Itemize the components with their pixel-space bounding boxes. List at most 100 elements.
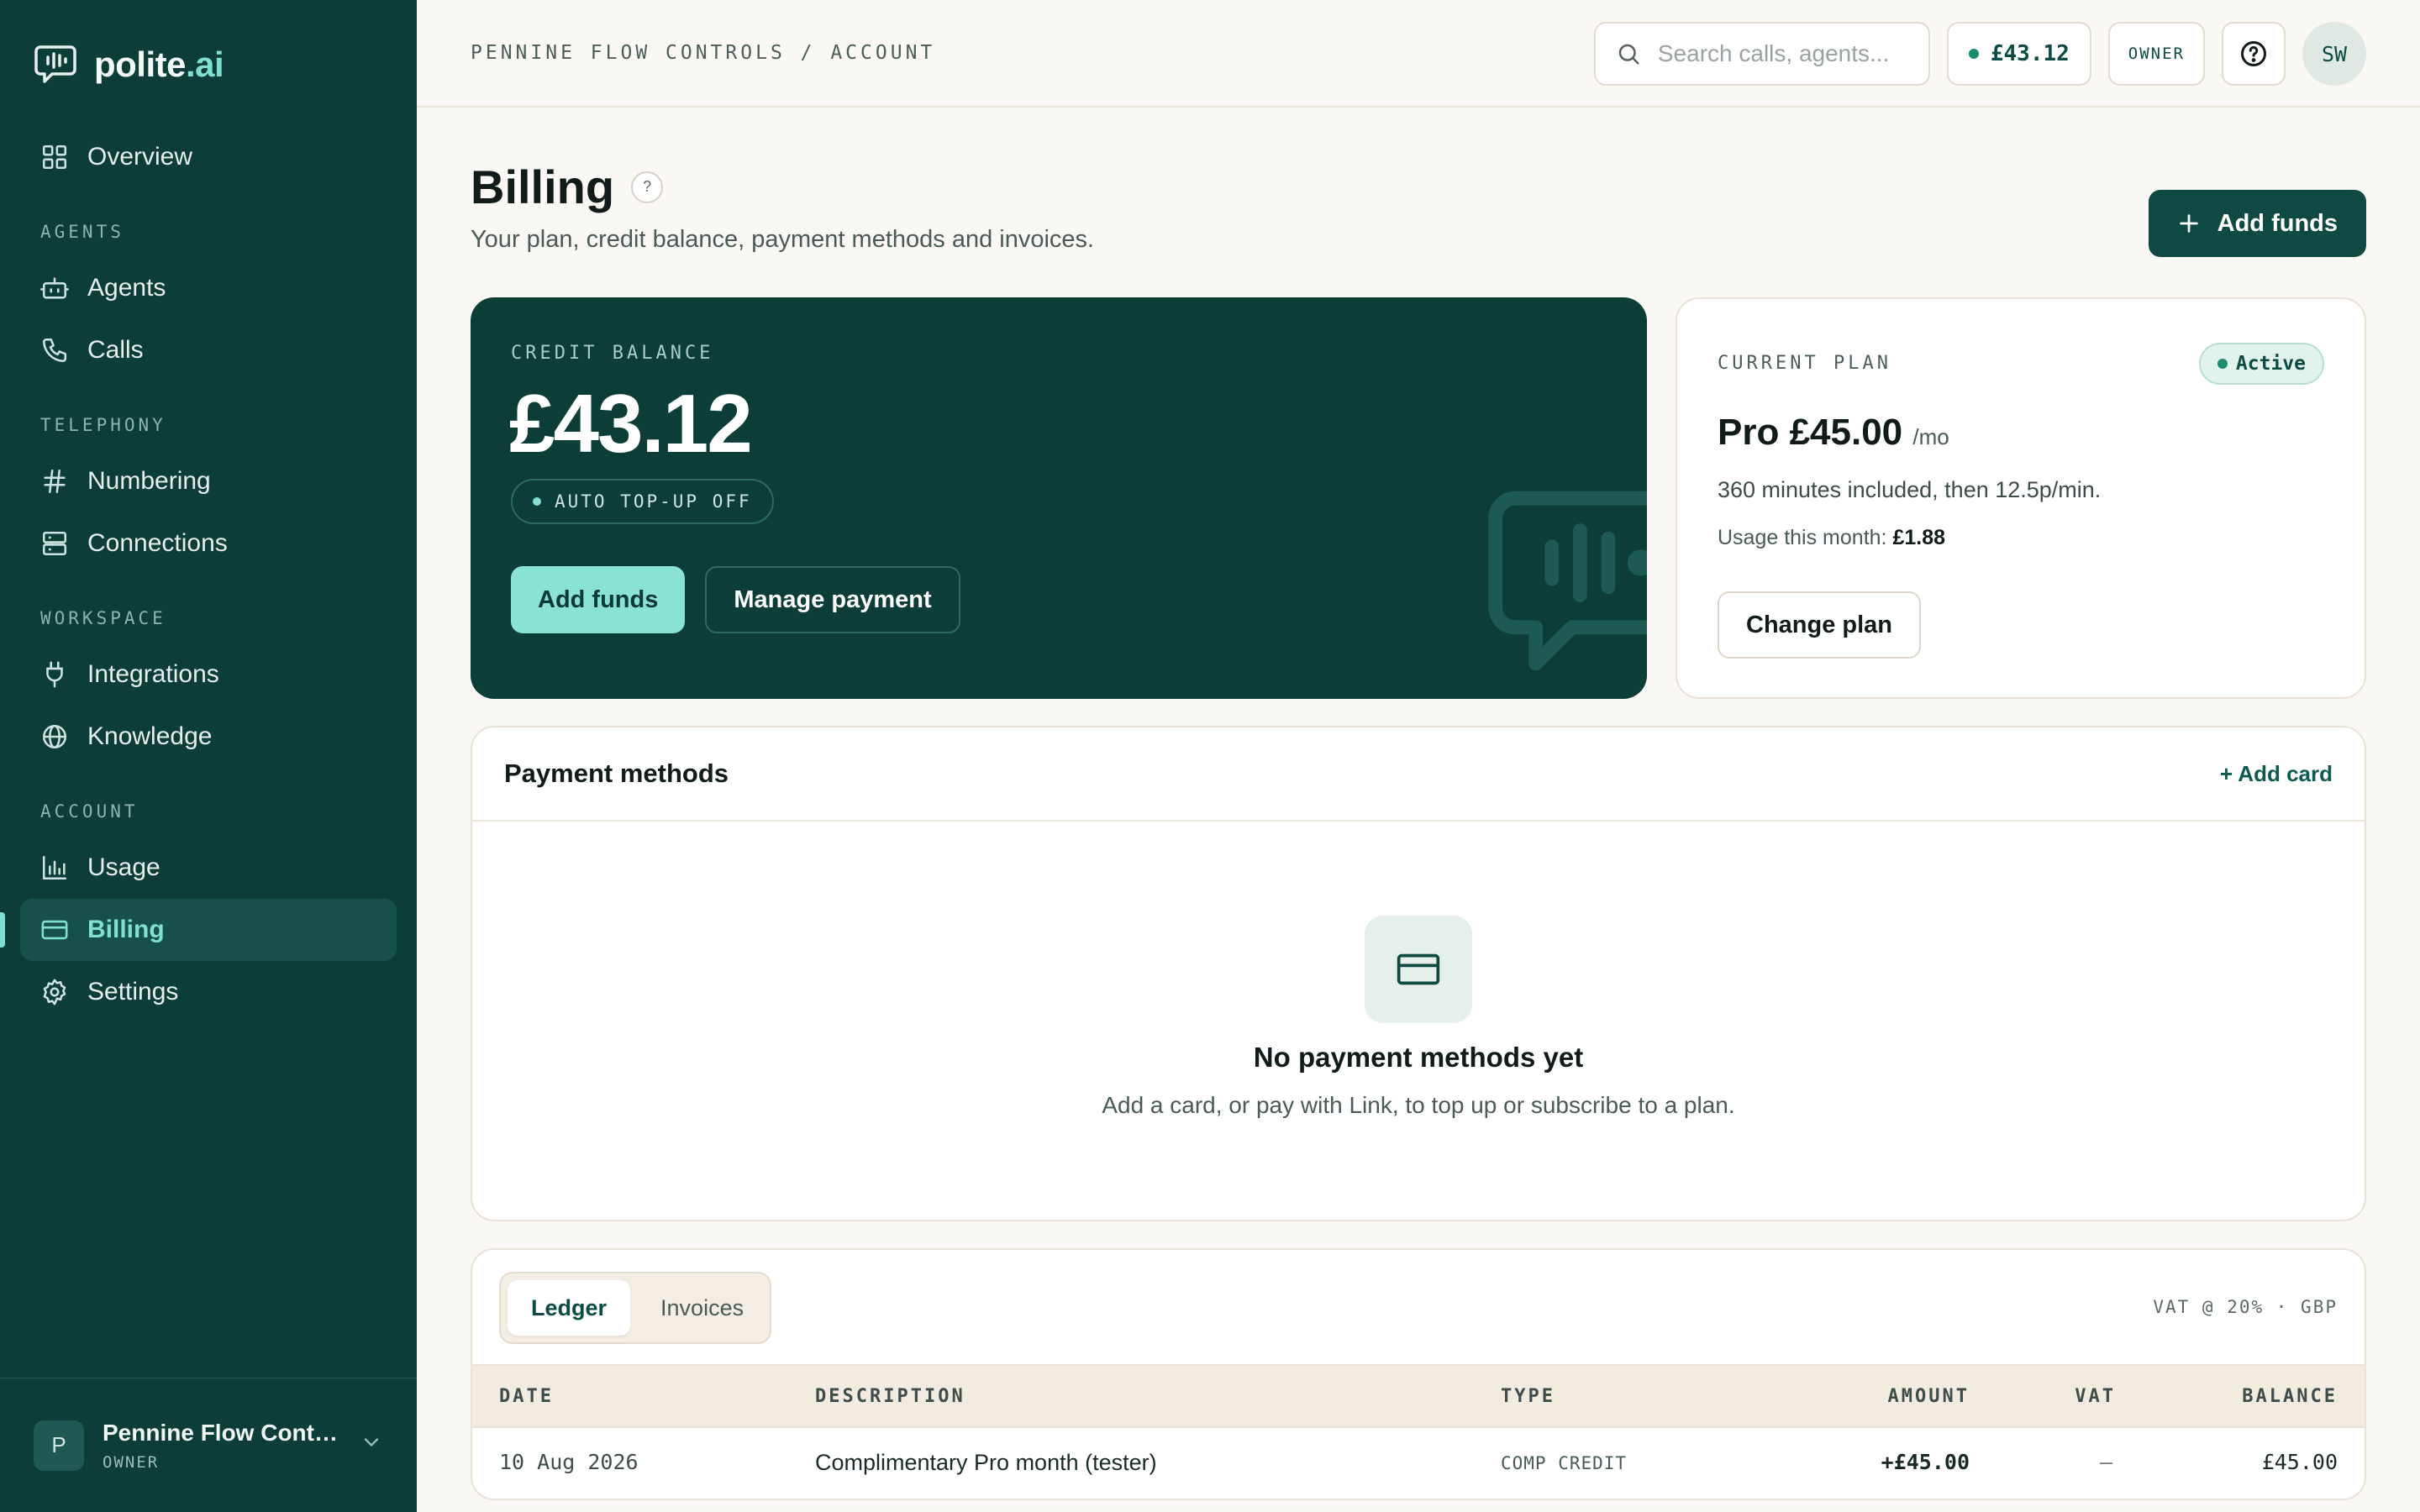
manage-payment-button[interactable]: Manage payment xyxy=(705,566,960,633)
column-header-type[interactable]: TYPE xyxy=(1501,1386,1555,1407)
table-header: DATE DESCRIPTION TYPE AMOUNT VAT BALANCE xyxy=(472,1364,2365,1428)
balance-value: £43.12 xyxy=(1990,41,2070,66)
section-label-workspace: WORKSPACE xyxy=(40,608,166,628)
sidebar-item-label: Settings xyxy=(87,978,179,1005)
page-header: Billing ? Your plan, credit balance, pay… xyxy=(471,160,1094,254)
vat-note: VAT @ 20% · GBP xyxy=(2153,1297,2338,1317)
column-header-date[interactable]: DATE xyxy=(499,1386,554,1407)
page-subtitle: Your plan, credit balance, payment metho… xyxy=(471,226,1095,253)
chevron-down-icon xyxy=(364,1438,379,1447)
credit-card-icon xyxy=(41,920,68,940)
logo-wordmark: polite.ai xyxy=(94,45,224,84)
tab-invoices[interactable]: Invoices xyxy=(637,1280,767,1336)
org-role: OWNER xyxy=(103,1452,160,1472)
section-label-telephony: TELEPHONY xyxy=(40,415,166,435)
plan-description: 360 minutes included, then 12.5p/min. xyxy=(1718,477,2102,502)
tab-ledger[interactable]: Ledger xyxy=(508,1280,631,1336)
server-icon xyxy=(42,531,67,556)
ledger-card: Ledger Invoices VAT @ 20% · GBP DATE DES… xyxy=(471,1248,2366,1500)
sidebar-item-calls[interactable]: Calls xyxy=(20,319,397,381)
add-funds-button[interactable]: Add funds xyxy=(511,566,686,633)
cell-date: 10 Aug 2026 xyxy=(499,1450,639,1474)
cell-balance: £45.00 xyxy=(2261,1450,2338,1474)
search-icon xyxy=(1618,44,1639,65)
plan-status-badge: Active xyxy=(2198,343,2324,385)
logo[interactable]: polite.ai xyxy=(34,44,224,86)
current-plan-card: CURRENT PLAN Active Pro £45.00 /mo 360 m… xyxy=(1676,297,2366,699)
payment-methods-empty-state: No payment methods yet Add a card, or pa… xyxy=(472,916,2365,1119)
sidebar-item-numbering[interactable]: Numbering xyxy=(20,450,397,512)
sidebar-item-label: Agents xyxy=(87,274,166,302)
sidebar-item-label: Connections xyxy=(87,529,228,557)
plan-usage: Usage this month: £1.88 xyxy=(1718,526,1946,549)
add-card-link[interactable]: + Add card xyxy=(2220,761,2333,787)
plug-icon xyxy=(46,661,63,688)
payment-methods-title: Payment methods xyxy=(504,759,729,788)
credit-card-icon xyxy=(1365,916,1472,1023)
bar-chart-icon xyxy=(42,855,67,880)
org-switcher[interactable]: P Pennine Flow Contr... OWNER xyxy=(0,1378,417,1512)
change-plan-button[interactable]: Change plan xyxy=(1718,591,1922,659)
balance-badge[interactable]: £43.12 xyxy=(1946,22,2091,86)
sidebar-item-integrations[interactable]: Integrations xyxy=(20,643,397,706)
help-badge[interactable]: ? xyxy=(631,171,664,203)
globe-icon xyxy=(42,724,67,749)
sidebar-item-usage[interactable]: Usage xyxy=(20,837,397,899)
sidebar-nav: Overview AGENTS Agents Calls TELEPHONY N… xyxy=(0,126,397,1023)
help-button[interactable] xyxy=(2222,22,2286,86)
plan-period: /mo xyxy=(1912,424,1949,449)
sidebar-item-label: Numbering xyxy=(87,467,211,495)
sidebar-item-label: Calls xyxy=(87,336,144,364)
robot-icon xyxy=(40,277,69,299)
add-funds-header-button[interactable]: Add funds xyxy=(2148,190,2366,257)
logo-icon xyxy=(34,45,76,83)
column-header-vat[interactable]: VAT xyxy=(2075,1386,2116,1407)
topbar: PENNINE FLOW CONTROLS / ACCOUNT £43.12 O… xyxy=(417,0,2420,108)
status-dot xyxy=(1968,49,1979,59)
plan-name-price: Pro £45.00 /mo xyxy=(1718,412,1949,453)
sidebar-item-overview[interactable]: Overview xyxy=(20,126,397,188)
hash-icon xyxy=(44,469,66,494)
search-input[interactable] xyxy=(1657,40,1918,67)
sidebar-item-knowledge[interactable]: Knowledge xyxy=(20,706,397,768)
help-icon xyxy=(2241,41,2266,66)
sidebar-item-connections[interactable]: Connections xyxy=(20,512,397,575)
section-label-agents: AGENTS xyxy=(40,222,124,242)
credit-balance-amount: £43.12 xyxy=(509,377,753,470)
sidebar-item-label: Knowledge xyxy=(87,722,213,750)
ledger-tabs: Ledger Invoices xyxy=(499,1272,771,1344)
current-plan-label: CURRENT PLAN xyxy=(1718,353,1891,374)
empty-state-text: Add a card, or pay with Link, to top up … xyxy=(1102,1092,1735,1118)
cell-description: Complimentary Pro month (tester) xyxy=(815,1450,1157,1475)
column-header-description[interactable]: DESCRIPTION xyxy=(815,1386,965,1407)
cell-amount: +£45.00 xyxy=(1881,1450,1970,1474)
credit-balance-label: CREDIT BALANCE xyxy=(511,343,714,364)
page-title: Billing ? xyxy=(471,160,1094,214)
org-avatar: P xyxy=(34,1420,84,1471)
cell-type: COMP CREDIT xyxy=(1501,1453,1628,1473)
sidebar-item-agents[interactable]: Agents xyxy=(20,257,397,319)
gear-icon xyxy=(43,979,66,1005)
table-row[interactable]: 10 Aug 2026 Complimentary Pro month (tes… xyxy=(472,1428,2365,1499)
role-badge: OWNER xyxy=(2107,22,2205,86)
payment-methods-card: Payment methods + Add card No payment me… xyxy=(471,726,2366,1221)
plus-icon xyxy=(2179,214,2198,233)
column-header-amount[interactable]: AMOUNT xyxy=(1888,1386,1970,1407)
sidebar-item-settings[interactable]: Settings xyxy=(20,961,397,1023)
chat-bubble-watermark-icon xyxy=(1488,491,1647,671)
empty-state-title: No payment methods yet xyxy=(1253,1042,1584,1073)
credit-balance-card: CREDIT BALANCE £43.12 AUTO TOP-UP OFF Ad… xyxy=(471,297,1647,699)
sidebar-item-billing[interactable]: Billing xyxy=(0,899,397,961)
sidebar-item-label: Usage xyxy=(87,853,160,881)
sidebar-item-label: Integrations xyxy=(87,660,219,688)
user-avatar[interactable]: SW xyxy=(2302,22,2366,86)
grid-icon xyxy=(42,144,67,170)
status-dot xyxy=(2217,359,2228,369)
cell-vat: — xyxy=(2099,1450,2112,1474)
search-box[interactable] xyxy=(1593,22,1930,86)
breadcrumb: PENNINE FLOW CONTROLS / ACCOUNT xyxy=(471,42,936,64)
status-dot xyxy=(533,497,541,506)
column-header-balance[interactable]: BALANCE xyxy=(2242,1386,2338,1407)
section-label-account: ACCOUNT xyxy=(40,801,139,822)
plan-usage-value: £1.88 xyxy=(1892,526,1946,549)
